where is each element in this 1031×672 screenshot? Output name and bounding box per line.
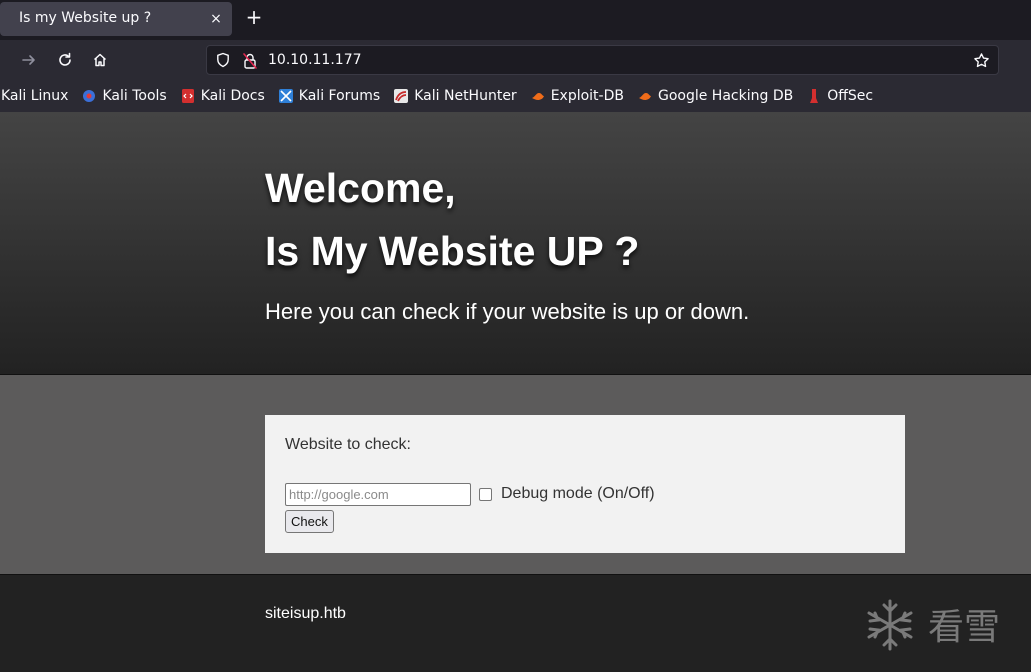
shield-icon[interactable] xyxy=(215,52,231,72)
bookmark-label: Kali Docs xyxy=(200,88,265,104)
bookmarks-toolbar: Kali Linux Kali Tools Kali Docs Kali For… xyxy=(0,80,1031,112)
bookmark-label: OffSec xyxy=(827,88,874,104)
hero-section: Welcome, Is My Website UP ? Here you can… xyxy=(0,112,1031,375)
bookmark-label: Exploit-DB xyxy=(550,88,624,104)
kali-tools-icon xyxy=(81,88,97,104)
address-bar[interactable]: 10.10.11.177 xyxy=(206,45,999,75)
bookmark-google-hacking-db[interactable]: Google Hacking DB xyxy=(637,88,793,104)
bookmark-label: Kali NetHunter xyxy=(414,88,517,104)
bookmark-kali-forums[interactable]: Kali Forums xyxy=(278,88,380,104)
bookmark-star-icon[interactable] xyxy=(973,52,990,73)
kali-nethunter-icon xyxy=(393,88,409,104)
home-button[interactable] xyxy=(88,48,112,72)
offsec-icon xyxy=(806,88,822,104)
footer-domain-text: siteisup.htb xyxy=(265,605,346,622)
watermark-logo: 看雪 xyxy=(867,599,1000,651)
bookmark-label: Kali Forums xyxy=(298,88,381,104)
snowflake-icon xyxy=(867,599,913,651)
url-text[interactable]: 10.10.11.177 xyxy=(268,52,362,68)
bookmark-kali-linux[interactable]: Kali Linux xyxy=(1,88,68,104)
tab-close-icon[interactable]: × xyxy=(208,11,224,27)
google-hacking-db-icon xyxy=(637,88,653,104)
forward-button[interactable] xyxy=(17,48,41,72)
active-tab[interactable]: Is my Website up ? × xyxy=(0,2,232,36)
bookmark-label: Kali Tools xyxy=(102,88,167,104)
bookmark-exploit-db[interactable]: Exploit-DB xyxy=(530,88,624,104)
web-page: Welcome, Is My Website UP ? Here you can… xyxy=(0,112,1031,672)
hero-tagline: Here you can check if your website is up… xyxy=(265,299,750,324)
kali-docs-icon xyxy=(180,88,196,104)
tab-title: Is my Website up ? xyxy=(19,10,152,26)
bookmark-label: Google Hacking DB xyxy=(657,88,794,104)
new-tab-button[interactable]: + xyxy=(243,7,265,29)
website-url-input[interactable] xyxy=(285,483,471,506)
home-icon xyxy=(93,53,107,67)
navigation-toolbar: 10.10.11.177 xyxy=(0,40,1031,80)
bookmark-kali-tools[interactable]: Kali Tools xyxy=(81,88,167,104)
bookmark-label: Kali Linux xyxy=(1,88,69,104)
bookmark-kali-nethunter[interactable]: Kali NetHunter xyxy=(393,88,517,104)
check-form: Website to check: Debug mode (On/Off) Ch… xyxy=(265,415,905,553)
tab-strip: Is my Website up ? × + xyxy=(0,0,1031,40)
arrow-right-icon xyxy=(22,55,35,65)
reload-button[interactable] xyxy=(53,48,77,72)
footer: siteisup.htb 看雪 xyxy=(0,574,1031,672)
check-button[interactable]: Check xyxy=(285,510,334,533)
exploit-db-icon xyxy=(530,88,546,104)
bookmark-kali-docs[interactable]: Kali Docs xyxy=(180,88,265,104)
welcome-heading: Welcome, xyxy=(265,165,456,211)
insecure-lock-icon[interactable] xyxy=(242,52,258,74)
debug-mode-label[interactable]: Debug mode (On/Off) xyxy=(501,485,655,503)
debug-mode-checkbox[interactable] xyxy=(479,488,492,501)
watermark-text: 看雪 xyxy=(928,607,1000,648)
bookmark-offsec[interactable]: OffSec xyxy=(806,88,873,104)
kali-forums-icon xyxy=(278,88,294,104)
form-section: Website to check: Debug mode (On/Off) Ch… xyxy=(0,375,1031,574)
site-title-heading: Is My Website UP ? xyxy=(265,228,640,274)
website-label: Website to check: xyxy=(285,436,411,453)
reload-icon xyxy=(59,52,71,66)
